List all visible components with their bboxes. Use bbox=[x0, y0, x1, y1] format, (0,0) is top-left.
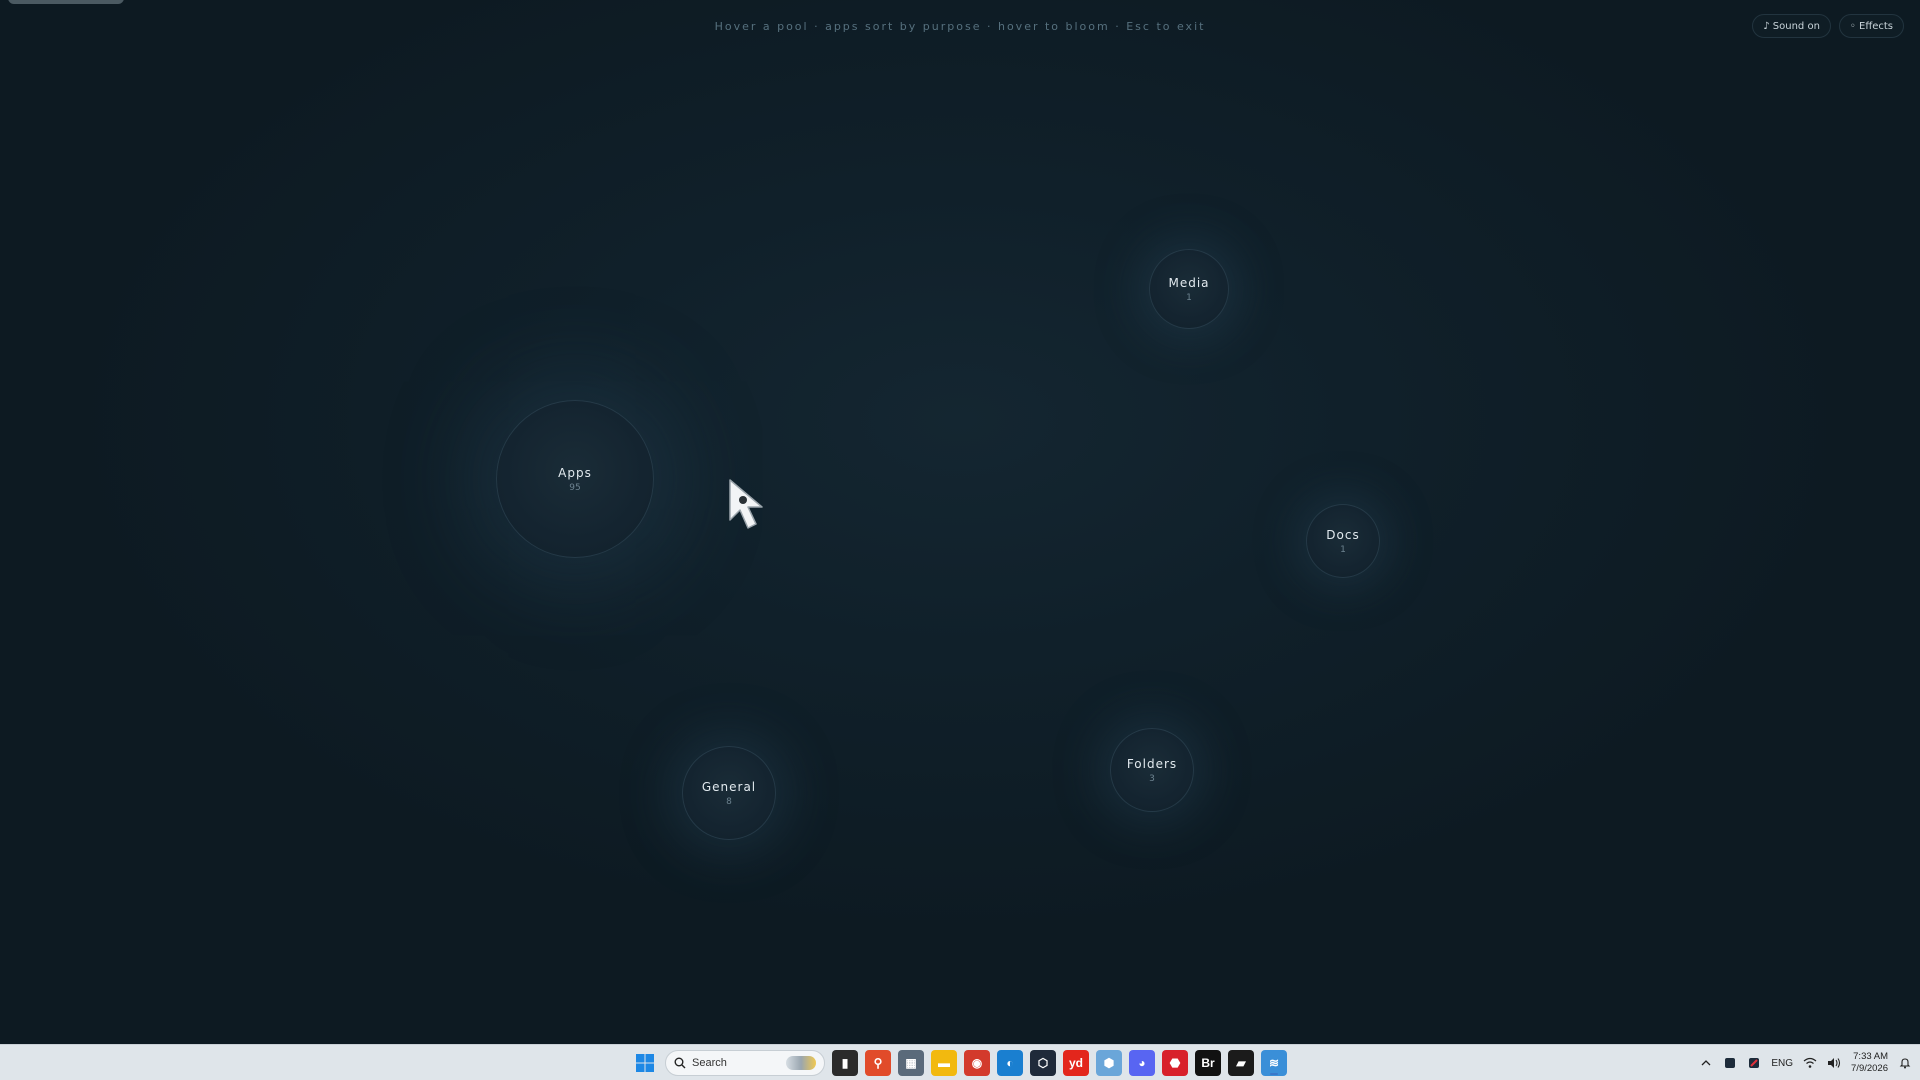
task-view-icon[interactable]: ▮ bbox=[832, 1050, 858, 1076]
taskbar-center: Search ▮ ⚲ ▦ ▬ ◉ ◐ ⬡ yd ⬢ ◕ ⬣ Br ▰ ≋ bbox=[632, 1049, 1287, 1077]
active-indicator bbox=[1270, 1073, 1278, 1075]
volume-icon[interactable] bbox=[1827, 1056, 1841, 1070]
pinned-apps: ▮ ⚲ ▦ ▬ ◉ ◐ ⬡ yd ⬢ ◕ ⬣ Br ▰ ≋ bbox=[832, 1050, 1287, 1076]
terminal-app-icon[interactable]: ▰ bbox=[1228, 1050, 1254, 1076]
bridge-icon[interactable]: Br bbox=[1195, 1050, 1221, 1076]
pool-desktop: Hover a pool · apps sort by purpose · ho… bbox=[0, 0, 1920, 1044]
pool-count: 95 bbox=[569, 482, 581, 493]
pool-general[interactable]: General 8 bbox=[682, 746, 776, 840]
tray-app-icon[interactable] bbox=[1723, 1056, 1737, 1070]
pool-label: Folders bbox=[1126, 756, 1178, 771]
pool-label: Apps bbox=[558, 465, 592, 480]
security-app-icon[interactable]: ⬣ bbox=[1162, 1050, 1188, 1076]
top-drag-handle[interactable] bbox=[8, 0, 124, 4]
windows-logo-icon bbox=[636, 1054, 654, 1072]
effects-toggle-button[interactable]: ◦ Effects bbox=[1838, 14, 1904, 38]
top-controls: ♪ Sound on ◦ Effects bbox=[1752, 14, 1904, 38]
pool-media[interactable]: Media 1 bbox=[1149, 249, 1229, 329]
search-icon bbox=[674, 1057, 686, 1069]
discord-icon[interactable]: ◕ bbox=[1129, 1050, 1155, 1076]
taskbar: Search ▮ ⚲ ▦ ▬ ◉ ◐ ⬡ yd ⬢ ◕ ⬣ Br ▰ ≋ ENG 7:33 AM 7/9/… bbox=[0, 1044, 1920, 1080]
pool-count: 1 bbox=[1340, 544, 1346, 555]
system-tray: ENG 7:33 AM 7/9/2026 bbox=[1699, 1049, 1912, 1077]
app-hex-icon[interactable]: ⬡ bbox=[1030, 1050, 1056, 1076]
clock-time: 7:33 AM bbox=[1853, 1051, 1888, 1062]
pool-apps[interactable]: Apps 95 bbox=[496, 400, 654, 558]
chevron-up-icon[interactable] bbox=[1699, 1056, 1713, 1070]
pool-count: 3 bbox=[1149, 773, 1155, 784]
calculator-icon[interactable]: ▦ bbox=[898, 1050, 924, 1076]
pool-count: 1 bbox=[1186, 292, 1192, 303]
search-placeholder: Search bbox=[692, 1057, 727, 1069]
pool-count: 8 bbox=[726, 796, 732, 807]
search-highlight-icon bbox=[786, 1056, 816, 1070]
instruction-hint: Hover a pool · apps sort by purpose · ho… bbox=[714, 20, 1206, 33]
pool-label: General bbox=[701, 779, 757, 794]
magnifier-app-icon[interactable]: ⚲ bbox=[865, 1050, 891, 1076]
taskbar-search-input[interactable]: Search bbox=[665, 1050, 825, 1076]
clock-date: 7/9/2026 bbox=[1851, 1063, 1888, 1074]
pool-label: Media bbox=[1168, 275, 1210, 290]
chrome-icon[interactable]: ◉ bbox=[964, 1050, 990, 1076]
edge-icon[interactable]: ◐ bbox=[997, 1050, 1023, 1076]
sound-toggle-button[interactable]: ♪ Sound on bbox=[1752, 14, 1831, 38]
sandbox-icon[interactable]: ⬢ bbox=[1096, 1050, 1122, 1076]
mouse-cursor-icon bbox=[729, 479, 763, 529]
file-explorer-icon[interactable]: ▬ bbox=[931, 1050, 957, 1076]
clock[interactable]: 7:33 AM 7/9/2026 bbox=[1851, 1051, 1888, 1075]
youdao-icon[interactable]: yd bbox=[1063, 1050, 1089, 1076]
pools-app-icon[interactable]: ≋ bbox=[1261, 1050, 1287, 1076]
wifi-icon[interactable] bbox=[1803, 1056, 1817, 1070]
pool-docs[interactable]: Docs 1 bbox=[1306, 504, 1380, 578]
tray-app-red-icon[interactable] bbox=[1747, 1056, 1761, 1070]
pool-folders[interactable]: Folders 3 bbox=[1110, 728, 1194, 812]
notification-bell-icon[interactable] bbox=[1898, 1056, 1912, 1070]
start-button[interactable] bbox=[632, 1050, 658, 1076]
language-indicator[interactable]: ENG bbox=[1771, 1058, 1793, 1069]
pool-label: Docs bbox=[1326, 527, 1360, 542]
